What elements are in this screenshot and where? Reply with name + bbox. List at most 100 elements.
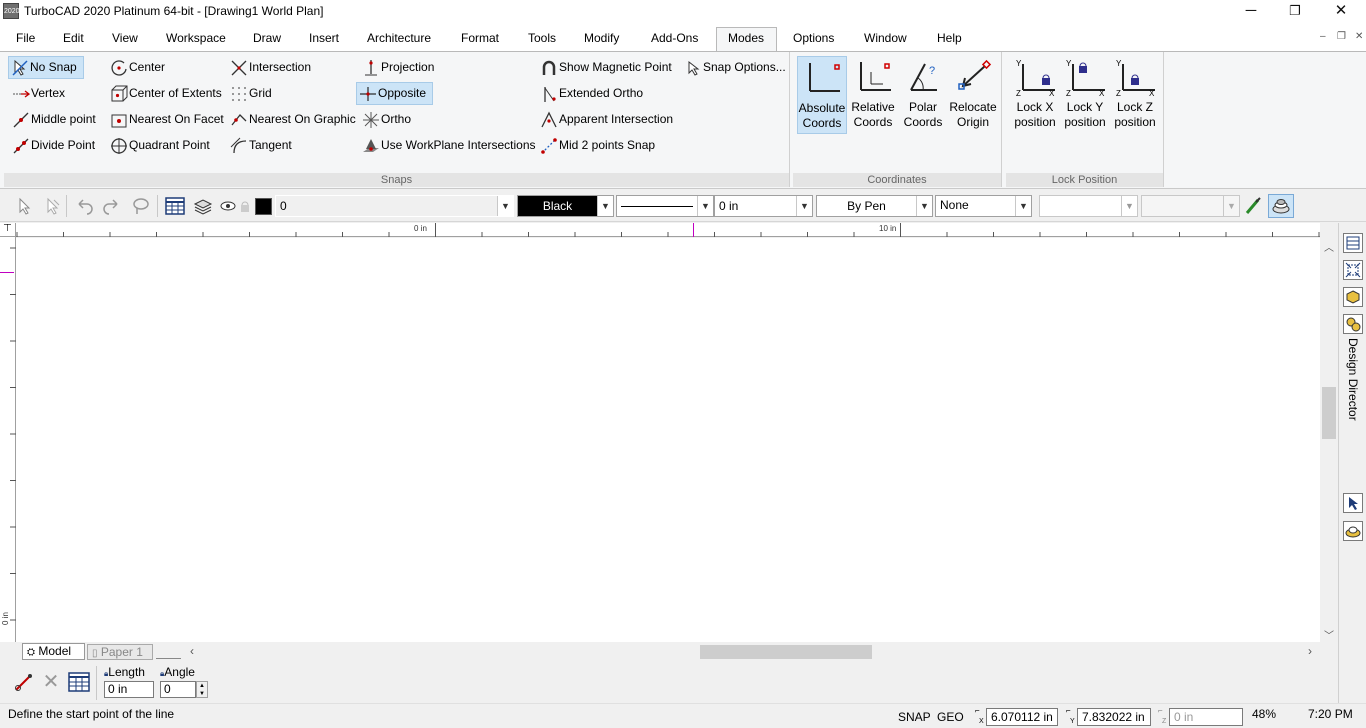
lock-layer-icon[interactable] xyxy=(238,196,252,216)
chevron-down-icon[interactable]: ▼ xyxy=(597,196,613,216)
properties-table-icon[interactable] xyxy=(165,196,185,216)
ruler-origin-icon[interactable]: ⊤ xyxy=(0,223,16,237)
panel-3d-object-icon[interactable] xyxy=(1343,287,1363,307)
color-combo[interactable]: Black ▼ xyxy=(517,195,614,217)
chevron-down-icon[interactable]: ▼ xyxy=(1223,196,1239,216)
empty-combo-1[interactable]: ▼ xyxy=(1039,195,1138,217)
center-of-extents-snap-button[interactable]: Center of Extents xyxy=(108,82,222,105)
vertex-snap-button[interactable]: Vertex xyxy=(10,82,65,105)
chevron-down-icon[interactable]: ▼ xyxy=(1121,196,1137,216)
menu-insert[interactable]: Insert xyxy=(309,31,339,45)
pen-combo[interactable]: By Pen ▼ xyxy=(816,195,933,217)
scroll-left-icon[interactable]: ‹ xyxy=(190,644,194,658)
horizontal-scroll-thumb[interactable] xyxy=(700,645,872,659)
length-input[interactable]: 0 in xyxy=(104,681,154,698)
brush-icon[interactable] xyxy=(1243,196,1263,216)
scroll-up-icon[interactable]: ︿ xyxy=(1324,239,1334,254)
menu-draw[interactable]: Draw xyxy=(253,31,281,45)
close-button[interactable]: ✕ xyxy=(1318,0,1364,24)
design-director-tab[interactable]: Design Director xyxy=(1343,338,1363,428)
menu-help[interactable]: Help xyxy=(937,31,962,45)
z-coordinate-field[interactable]: 0 in xyxy=(1169,708,1243,726)
menu-workspace[interactable]: Workspace xyxy=(166,31,226,45)
cancel-icon[interactable]: ✕ xyxy=(40,671,62,693)
chevron-down-icon[interactable]: ▼ xyxy=(697,196,713,216)
menu-modify[interactable]: Modify xyxy=(584,31,619,45)
y-coordinate-field[interactable]: 7.832022 in xyxy=(1077,708,1151,726)
visibility-eye-icon[interactable] xyxy=(220,196,236,216)
x-coordinate-field[interactable]: 6.070112 in xyxy=(986,708,1058,726)
no-snap-button[interactable]: No Snap xyxy=(8,56,84,79)
apparent-intersection-button[interactable]: Apparent Intersection xyxy=(538,108,673,131)
mdi-close-button[interactable]: ✕ xyxy=(1355,31,1363,42)
angle-input[interactable]: 0 xyxy=(160,681,196,698)
zoom-level[interactable]: 48% xyxy=(1252,707,1276,721)
select-arrow-icon[interactable] xyxy=(14,196,34,216)
panel-palette-icon[interactable] xyxy=(1343,521,1363,541)
layers-icon[interactable] xyxy=(193,196,213,216)
redo-icon[interactable] xyxy=(102,196,122,216)
mdi-minimize-button[interactable]: – xyxy=(1320,31,1326,42)
chevron-down-icon[interactable]: ▼ xyxy=(916,196,932,216)
menu-modes[interactable]: Modes xyxy=(728,31,764,45)
line-style-combo[interactable]: ▼ xyxy=(616,195,714,217)
divide-point-snap-button[interactable]: Divide Point xyxy=(10,134,95,157)
menu-architecture[interactable]: Architecture xyxy=(367,31,431,45)
menu-edit[interactable]: Edit xyxy=(63,31,84,45)
select-edit-icon[interactable] xyxy=(42,196,62,216)
snap-indicator[interactable]: SNAP xyxy=(898,710,931,724)
polar-coords-button[interactable]: ? Polar Coords xyxy=(898,56,948,134)
minimize-button[interactable]: ─ xyxy=(1228,0,1274,24)
fill-combo[interactable]: None ▼ xyxy=(935,195,1032,217)
show-magnetic-point-button[interactable]: Show Magnetic Point xyxy=(538,56,672,79)
restore-button[interactable]: ❐ xyxy=(1272,0,1318,24)
menu-add-ons[interactable]: Add-Ons xyxy=(651,31,698,45)
grid-snap-button[interactable]: Grid xyxy=(228,82,272,105)
quadrant-point-snap-button[interactable]: Quadrant Point xyxy=(108,134,210,157)
middle-point-snap-button[interactable]: Middle point xyxy=(10,108,96,131)
mid-2-points-snap-button[interactable]: Mid 2 points Snap xyxy=(538,134,655,157)
absolute-coords-button[interactable]: Absolute Coords xyxy=(797,56,847,134)
tab-paper-1[interactable]: ▯ Paper 1 xyxy=(87,644,153,660)
menu-file[interactable]: File xyxy=(16,31,35,45)
panel-selection-icon[interactable] xyxy=(1343,260,1363,280)
mdi-restore-button[interactable]: ❐ xyxy=(1337,31,1346,42)
ortho-snap-button[interactable]: Ortho xyxy=(360,108,411,131)
tangent-snap-button[interactable]: Tangent xyxy=(228,134,292,157)
intersection-snap-button[interactable]: Intersection xyxy=(228,56,311,79)
layer-combo[interactable]: 0 ▼ xyxy=(275,195,514,217)
extended-ortho-button[interactable]: Extended Ortho xyxy=(538,82,643,105)
panel-gears-icon[interactable] xyxy=(1343,314,1363,334)
center-snap-button[interactable]: Center xyxy=(108,56,165,79)
chevron-down-icon[interactable]: ▼ xyxy=(497,196,513,216)
snap-options-button[interactable]: Snap Options... xyxy=(682,56,786,79)
scroll-right-icon[interactable]: › xyxy=(1308,644,1312,658)
relocate-origin-button[interactable]: Relocate Origin xyxy=(948,56,998,134)
drawing-canvas[interactable] xyxy=(16,238,1320,642)
chevron-down-icon[interactable]: ▼ xyxy=(796,196,812,216)
vertical-scroll-thumb[interactable] xyxy=(1322,387,1336,439)
use-workplane-intersections-button[interactable]: Use WorkPlane Intersections xyxy=(360,134,536,157)
nearest-on-graphic-snap-button[interactable]: Nearest On Graphic xyxy=(228,108,356,131)
geo-indicator[interactable]: GEO xyxy=(937,710,964,724)
line-tool-icon[interactable] xyxy=(12,670,36,694)
menu-options[interactable]: Options xyxy=(793,31,834,45)
app-icon[interactable]: 2020 xyxy=(3,3,20,19)
menu-tools[interactable]: Tools xyxy=(528,31,556,45)
lock-x-button[interactable]: Y Z X Lock X position xyxy=(1010,56,1060,134)
opposite-snap-button[interactable]: Opposite xyxy=(356,82,433,105)
panel-pointer-icon[interactable] xyxy=(1343,493,1363,513)
tab-model[interactable]: ⛭ Model xyxy=(22,643,85,660)
projection-snap-button[interactable]: Projection xyxy=(360,56,434,79)
lock-y-button[interactable]: Y Z X Lock Y position xyxy=(1060,56,1110,134)
vertical-scrollbar[interactable]: ︿ ﹀ xyxy=(1320,237,1338,642)
lock-z-button[interactable]: Y Z X Lock Z position xyxy=(1110,56,1160,134)
undo-icon[interactable] xyxy=(74,196,94,216)
property-settings-icon[interactable] xyxy=(1268,194,1294,218)
relative-coords-button[interactable]: Relative Coords xyxy=(848,56,898,134)
panel-properties-icon[interactable] xyxy=(1343,233,1363,253)
menu-window[interactable]: Window xyxy=(864,31,907,45)
menu-view[interactable]: View xyxy=(112,31,138,45)
scroll-down-icon[interactable]: ﹀ xyxy=(1324,627,1334,642)
lasso-icon[interactable] xyxy=(131,196,151,216)
